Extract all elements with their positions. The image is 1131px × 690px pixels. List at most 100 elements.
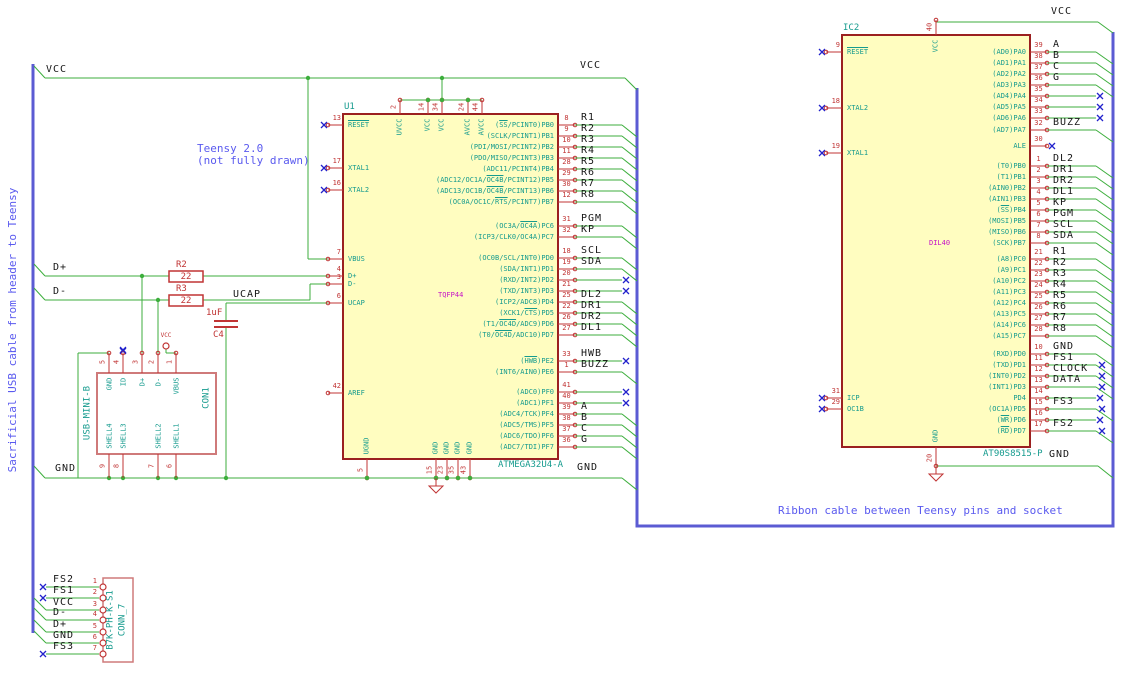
pin-name: AVCC — [478, 119, 486, 136]
pin-number: 13 — [332, 114, 341, 122]
teensy-note: Teensy 2.0 (not fully drawn) — [197, 143, 310, 167]
no-connect-icon — [622, 276, 630, 284]
pin-name-text: (SCK)PB7 — [992, 239, 1026, 247]
pin-name-text: UGND — [362, 437, 371, 455]
pin-name-text: GND — [453, 441, 462, 455]
pin-name-text: /PCINT13)PB6 — [503, 187, 554, 195]
pin-number: 16 — [332, 179, 341, 187]
pin-number: 8 — [112, 463, 121, 469]
pin-number: 36 — [562, 436, 571, 444]
vcc-symbol-icon — [162, 342, 170, 350]
pin-number: 35 — [447, 465, 456, 475]
pin-name: (AIN0)PB2 — [860, 185, 1026, 192]
pin-number: 27 — [562, 324, 571, 332]
pin-name-text: /PCINT12)PB5 — [503, 176, 554, 184]
pin-name: (A9)PC1 — [860, 267, 1026, 274]
pin-name: (RXD)PD0 — [860, 351, 1026, 358]
net-label: B — [581, 412, 589, 423]
pin-name: D- — [154, 377, 163, 387]
pin-name: (T1)PB1 — [860, 174, 1026, 181]
pin-name-text: (AD1)PA1 — [992, 59, 1026, 67]
pin-number: 2 — [92, 588, 97, 596]
pin-number: 32 — [1034, 119, 1043, 127]
pin-name: D+ — [138, 377, 147, 387]
pin-number: 3 — [336, 273, 341, 281]
bus-entry — [1095, 291, 1114, 305]
bus-entry — [621, 201, 638, 215]
pin-name: (RXD/INT2)PD2 — [388, 277, 554, 284]
pin-number: 7 — [147, 463, 156, 469]
pin-number: 4 — [336, 265, 341, 273]
junction-dot — [139, 273, 145, 279]
junction-dot — [467, 475, 473, 481]
no-connect-icon — [1098, 427, 1106, 435]
pin-name: (INT1)PD3 — [860, 384, 1026, 391]
net-label: GND — [1053, 341, 1075, 352]
wire — [621, 477, 638, 491]
pin-number: 25 — [1034, 292, 1043, 300]
pin-number: 21 — [1034, 248, 1043, 256]
power-label: VCC — [580, 60, 602, 71]
net-label: BUZZ — [1053, 117, 1082, 128]
pin-number: 26 — [562, 313, 571, 321]
pin-name-text: ALE — [1013, 142, 1026, 150]
pin-name-text: VCC — [423, 118, 432, 132]
pin-name-text: (XCK1/ — [499, 309, 525, 317]
pin-number: 20 — [925, 453, 934, 463]
pin-name: (OC1A)PD5 — [860, 406, 1026, 413]
pin-name-text: (ADC11/PCINT4)PB4 — [482, 165, 554, 173]
pin-name: D+ — [348, 273, 356, 280]
pin-name-text: (A12)PC4 — [992, 299, 1026, 307]
pin-number: 5 — [1036, 199, 1041, 207]
pin-name: (AD3)PA3 — [860, 82, 1026, 89]
pin-name: (PDO/MISO/PCINT3)PB3 — [388, 155, 554, 162]
pin-name: (T1/OC4D/ADC9)PD6 — [388, 321, 554, 328]
bus-entry — [621, 268, 638, 282]
pin-number: 30 — [1034, 135, 1043, 143]
pin-number: 1 — [165, 359, 174, 365]
ic-ref-u1: U1 — [344, 102, 355, 112]
no-connect-icon — [1048, 142, 1056, 150]
resistor-ref: R2 — [176, 260, 187, 270]
pin-name-text: (AD2)PA2 — [992, 70, 1026, 78]
junction-dot — [444, 475, 450, 481]
pin-number: 5 — [356, 467, 365, 473]
bus-entry — [1095, 165, 1114, 179]
ic-value-u1: ATMEGA32U4-A — [498, 460, 564, 470]
net-label: FS2 — [1053, 418, 1075, 429]
net-label: DL1 — [1053, 186, 1075, 197]
pin-name-text: (MOSI)PB5 — [988, 217, 1026, 225]
pin-name-text: (AIN1)PB3 — [988, 195, 1026, 203]
pin-number: 19 — [831, 142, 840, 150]
pin-number: 8 — [564, 114, 569, 122]
pin-name: (T0)PB0 — [860, 163, 1026, 170]
pin-number: 37 — [562, 425, 571, 433]
pin-name: (AD2)PA2 — [860, 71, 1026, 78]
pin-name-text: GND — [431, 441, 440, 455]
bus-entry — [1095, 302, 1114, 316]
net-label: R5 — [1053, 290, 1068, 301]
pin-name-text: OC4B — [486, 187, 504, 195]
pin-name-text: )PD6 — [1009, 416, 1026, 424]
pin-name-text: PD4 — [1013, 394, 1026, 402]
pin-name-text: SS — [1000, 206, 1010, 214]
pin-name-text: (AD6)PA6 — [992, 114, 1026, 122]
pin-name-text: GND — [931, 429, 940, 443]
net-label: A — [581, 401, 589, 412]
no-connect-icon — [622, 357, 630, 365]
pin-number: 37 — [1034, 63, 1043, 71]
pin-number: 18 — [562, 247, 571, 255]
no-connect-icon — [1098, 405, 1106, 413]
no-connect-icon — [39, 650, 47, 658]
pin-number: 28 — [1034, 325, 1043, 333]
wire — [33, 287, 46, 301]
bus-entry — [621, 225, 638, 239]
bus-entry — [621, 435, 638, 449]
net-label: CLOCK — [1053, 363, 1089, 374]
pin-name: (A8)PC0 — [860, 256, 1026, 263]
gnd-symbol-icon — [927, 473, 945, 482]
pin-name-text: (RXD/INT2)PD2 — [499, 276, 554, 284]
wire — [33, 65, 46, 79]
pin-name-text: (T1/ — [482, 320, 500, 328]
pin-number: 40 — [562, 392, 571, 400]
